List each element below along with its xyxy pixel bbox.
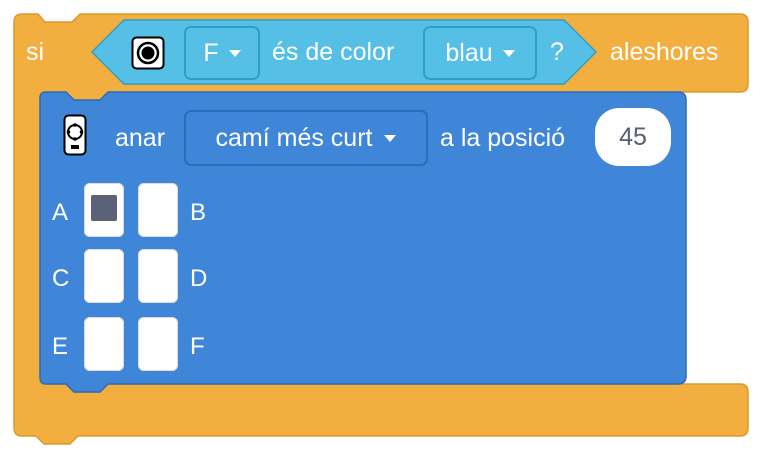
port-c-toggle[interactable] (84, 249, 124, 303)
port-label-e: E (52, 333, 69, 360)
port-d-toggle[interactable] (138, 249, 178, 303)
chevron-down-icon (384, 134, 397, 142)
port-label-f: F (190, 333, 205, 360)
direction-dropdown[interactable]: camí més curt (184, 110, 428, 166)
sensor-port-value: F (203, 38, 219, 67)
port-label-a: A (52, 199, 69, 226)
port-label-c: C (52, 265, 70, 292)
if-keyword: si (26, 38, 45, 66)
then-keyword: aleshores (610, 38, 719, 66)
question-mark: ? (550, 38, 564, 66)
port-a-toggle[interactable] (84, 183, 124, 237)
chevron-down-icon (502, 49, 515, 57)
port-b-toggle[interactable] (138, 183, 178, 237)
port-label-b: B (190, 199, 207, 226)
port-e-toggle[interactable] (84, 317, 124, 371)
chevron-down-icon (228, 49, 241, 57)
position-value: 45 (619, 122, 647, 151)
is-color-label: és de color (272, 38, 395, 66)
motor-icon (63, 114, 87, 156)
sensor-port-dropdown[interactable]: F (184, 26, 260, 80)
port-label-d: D (190, 265, 208, 292)
color-sensor-icon (131, 36, 165, 70)
to-position-label: a la posició (440, 124, 566, 152)
color-dropdown[interactable]: blau (423, 26, 537, 80)
port-f-toggle[interactable] (138, 317, 178, 371)
position-input[interactable]: 45 (595, 108, 671, 166)
color-value: blau (445, 38, 493, 67)
direction-value: camí més curt (215, 123, 373, 152)
go-label: anar (115, 124, 166, 152)
